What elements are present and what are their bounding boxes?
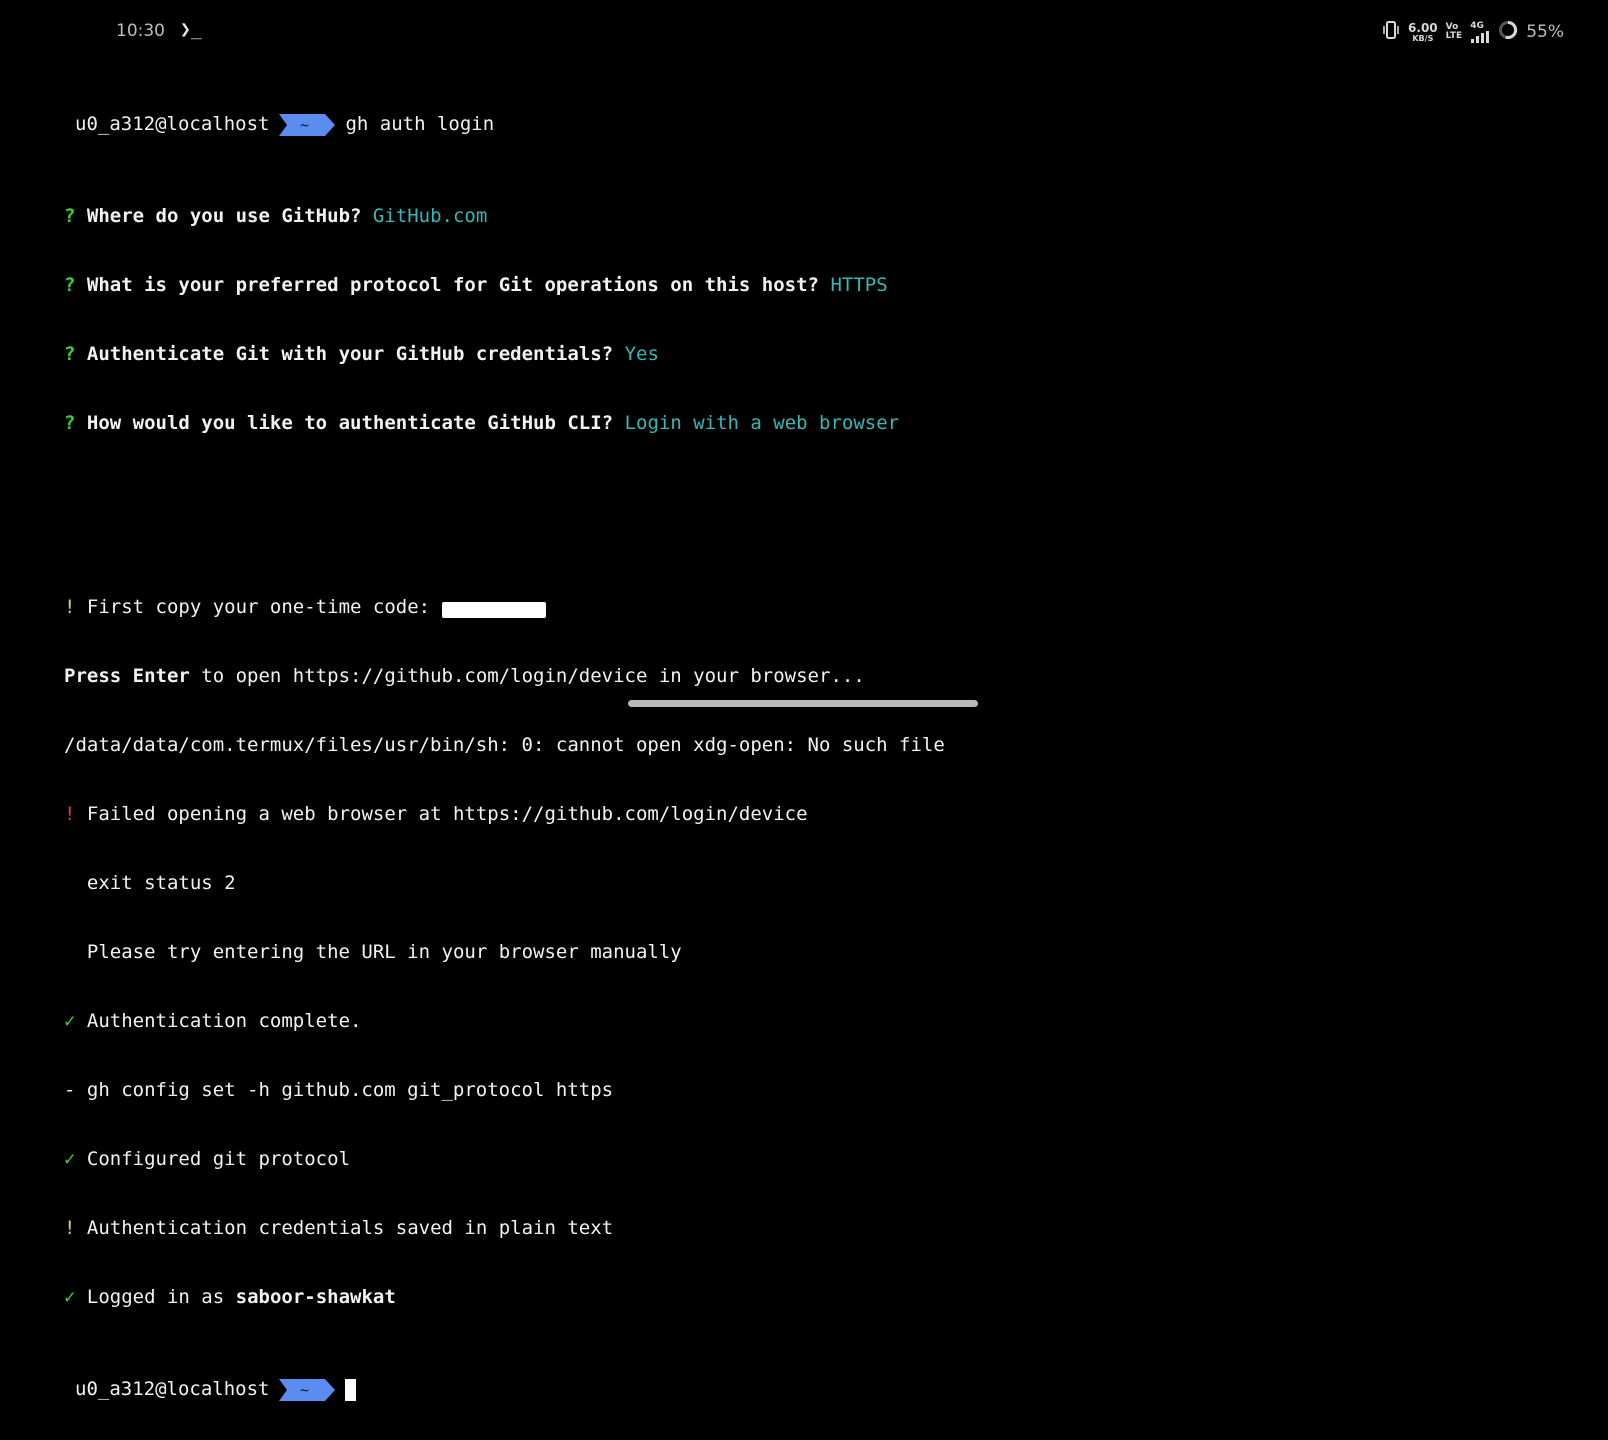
manual-url-line: Please try entering the URL in your brow… <box>86 941 682 963</box>
question-line: ? What is your preferred protocol for Gi… <box>64 274 888 296</box>
status-icons: 6.00 KB/S Vo LTE 4G 55% <box>1382 20 1564 44</box>
xdg-error-line: /data/data/com.termux/files/usr/bin/sh: … <box>64 734 945 756</box>
config-line: - gh config set -h github.com git_protoc… <box>64 1079 614 1101</box>
clock: 10:30 <box>116 21 165 41</box>
network-speed: 6.00 KB/S <box>1408 20 1438 43</box>
signal-icon: 4G <box>1470 20 1490 43</box>
logged-in-line: ✓ Logged in as saboor-shawkat <box>64 1286 396 1308</box>
battery-ring-icon <box>1498 20 1518 44</box>
username: saboor-shawkat <box>235 1286 396 1308</box>
question-line: ? How would you like to authenticate Git… <box>64 412 900 434</box>
question-line: ? Authenticate Git with your GitHub cred… <box>64 343 659 365</box>
check-icon: ✓ <box>64 1010 76 1032</box>
vibrate-icon <box>1382 20 1400 44</box>
exit-status-line: exit status 2 <box>86 872 236 894</box>
prompt-line: u0_a312@localhost ~ gh auth login <box>64 113 1564 136</box>
prompt-dir-badge: ~ <box>279 1378 336 1401</box>
check-icon: ✓ <box>64 1148 76 1170</box>
prompt-user: u0_a312@localhost <box>75 113 270 135</box>
gesture-navigation-bar[interactable] <box>628 700 978 707</box>
network-type-label: 4G <box>1470 20 1484 31</box>
press-enter-line: Press Enter to open https://github.com/l… <box>64 665 865 687</box>
configured-line: ✓ Configured git protocol <box>64 1148 351 1170</box>
battery-percent: 55% <box>1526 22 1564 42</box>
browser-fail-line: ! Failed opening a web browser at https:… <box>64 803 808 825</box>
command-text: gh auth login <box>345 113 495 135</box>
redacted-code <box>441 601 546 618</box>
one-time-code-line: ! First copy your one-time code: <box>64 596 1564 619</box>
volte-indicator: Vo LTE <box>1445 22 1463 41</box>
terminal-cursor[interactable] <box>345 1378 357 1401</box>
status-bar: 10:30 ❯_ 6.00 KB/S Vo LTE 4G 55% <box>0 0 1608 64</box>
prompt-user: u0_a312@localhost <box>75 1378 270 1400</box>
check-icon: ✓ <box>64 1286 76 1308</box>
question-line: ? Where do you use GitHub? GitHub.com <box>64 205 488 227</box>
prompt-line: u0_a312@localhost ~ <box>64 1378 1564 1401</box>
prompt-dir-badge: ~ <box>279 113 336 136</box>
termux-notification-icon: ❯_ <box>180 19 202 40</box>
plain-text-warning-line: ! Authentication credentials saved in pl… <box>64 1217 614 1239</box>
auth-complete-line: ✓ Authentication complete. <box>64 1010 362 1032</box>
terminal-output[interactable]: u0_a312@localhost ~ gh auth login ? Wher… <box>64 67 1564 1424</box>
